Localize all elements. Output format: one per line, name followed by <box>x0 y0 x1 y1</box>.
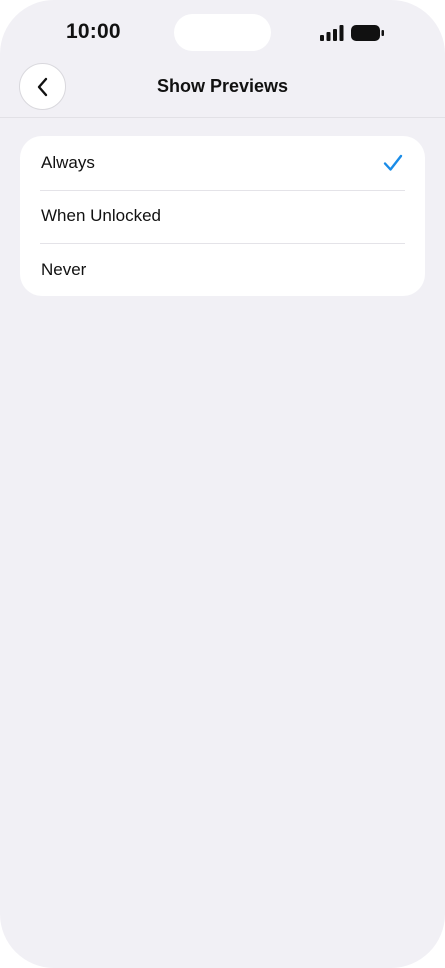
dynamic-island <box>174 14 271 51</box>
status-time: 10:00 <box>66 20 121 43</box>
status-bar: 10:00 <box>0 0 445 64</box>
option-label: Never <box>41 259 87 279</box>
option-label: When Unlocked <box>41 206 162 226</box>
navigation-bar: Show Previews <box>0 62 445 118</box>
battery-icon <box>351 25 384 41</box>
preview-options-list: Always When Unlocked Never <box>20 136 425 296</box>
checkmark-icon <box>383 154 403 171</box>
option-when-unlocked[interactable]: When Unlocked <box>20 189 425 244</box>
page-title: Show Previews <box>156 76 289 96</box>
phone-screen: 10:00 Show Previews Always When Unlocked… <box>0 0 445 968</box>
option-always[interactable]: Always <box>20 136 425 190</box>
option-label: Always <box>41 152 95 172</box>
cellular-signal-icon <box>320 25 344 41</box>
option-never[interactable]: Never <box>20 243 425 296</box>
